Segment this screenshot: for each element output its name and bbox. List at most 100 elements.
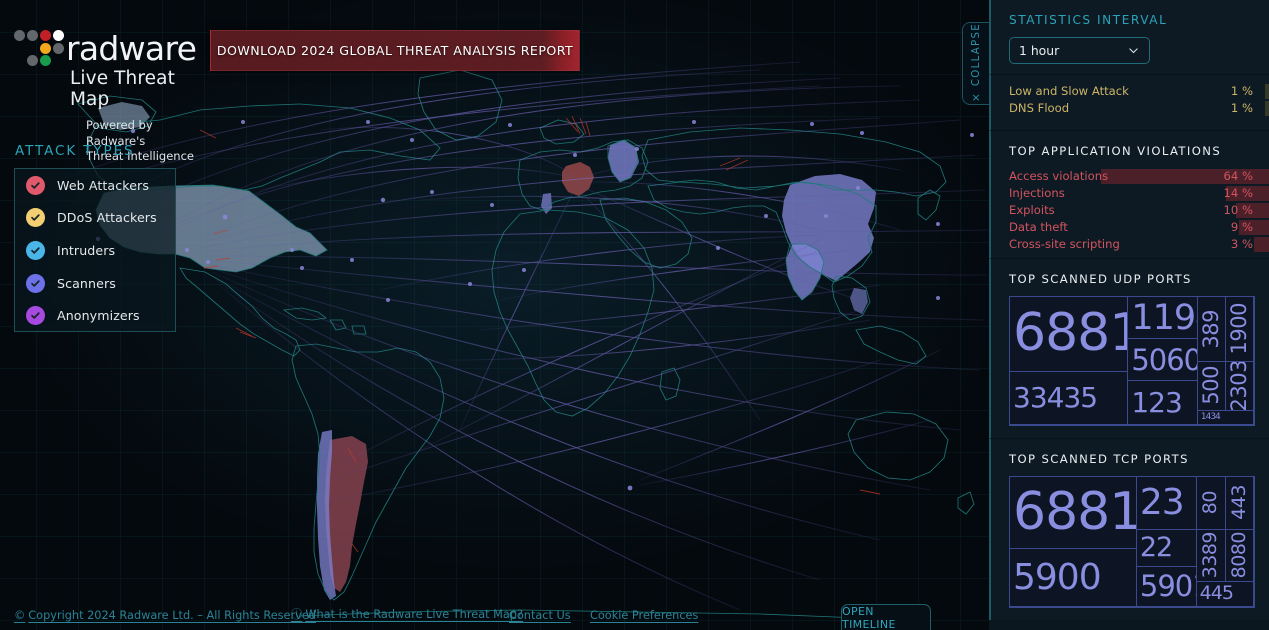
violation-name: Cross-site scripting (1009, 237, 1120, 251)
copyright-icon: © (14, 609, 26, 622)
port-cell[interactable]: 5900 (1010, 549, 1137, 607)
udp-ports-title: TOP SCANNED UDP PORTS (1009, 272, 1192, 286)
threat-map[interactable]: radware Live Threat Map Powered by Radwa… (0, 0, 989, 630)
violation-value: 10 % (1223, 203, 1253, 217)
port-cell[interactable]: 445 (1196, 582, 1254, 607)
statistics-interval-section: STATISTICS INTERVAL 1 hour (989, 0, 1269, 75)
port-cell[interactable]: 1900 (1225, 297, 1254, 362)
violation-name: Data theft (1009, 220, 1068, 234)
violation-value: 9 % (1230, 220, 1253, 234)
info-icon: ⓘ (291, 608, 303, 621)
violation-row[interactable]: Data theft 9 % (1009, 219, 1269, 236)
collapse-panel-button[interactable]: COLLAPSE × (962, 22, 989, 105)
interval-dropdown[interactable]: 1 hour (1009, 37, 1150, 64)
check-icon[interactable] (26, 175, 45, 195)
attack-stat-row[interactable]: Low and Slow Attack 1 % (1009, 83, 1269, 100)
port-cell[interactable]: 1434 (1197, 410, 1254, 425)
port-number: 22 (1139, 531, 1173, 563)
attack-type-item[interactable]: Anonymizers (15, 299, 175, 332)
attack-type-label: Intruders (57, 242, 116, 258)
port-cell[interactable]: 500 (1197, 361, 1226, 411)
attack-stat-value: 1 % (1230, 84, 1253, 98)
attack-stat-name: Low and Slow Attack (1009, 84, 1129, 98)
port-number: 1434 (1200, 412, 1221, 423)
cookie-preferences-link[interactable]: Cookie Preferences (590, 609, 698, 622)
port-cell[interactable]: 2303 (1225, 361, 1254, 411)
port-number: 6881 (1013, 481, 1137, 542)
attack-type-label: Scanners (57, 275, 116, 291)
copyright-label: Copyright 2024 Radware Ltd. – All Rights… (28, 609, 316, 622)
brand-tagline: Live Threat Map (70, 68, 175, 110)
attack-type-item[interactable]: Web Attackers (15, 169, 175, 202)
chevron-down-icon (1129, 48, 1138, 54)
violation-row[interactable]: Cross-site scripting 3 % (1009, 236, 1269, 253)
close-icon: × (971, 91, 981, 105)
check-icon[interactable] (26, 208, 45, 228)
port-number: 445 (1199, 582, 1234, 605)
check-icon[interactable] (26, 240, 45, 260)
violation-row[interactable]: Exploits 10 % (1009, 202, 1269, 219)
check-icon[interactable] (26, 273, 45, 293)
violations-list: Access violations 64 % Injections 14 % Explo… (1009, 168, 1269, 253)
tcp-ports-treemap[interactable]: 6881 5900 23 22 5901 8044333898080 445 (1009, 476, 1255, 608)
highlighted-countries (96, 102, 876, 600)
attack-type-item[interactable]: DDoS Attackers (15, 202, 175, 235)
port-cell[interactable]: 5901 (1136, 567, 1197, 607)
contact-us-link[interactable]: Contact Us (509, 609, 571, 622)
footer: © Copyright 2024 Radware Ltd. – All Right… (0, 600, 989, 630)
attack-stat-value: 1 % (1230, 101, 1253, 115)
port-cell[interactable]: 22 (1136, 529, 1197, 568)
download-report-button[interactable]: DOWNLOAD 2024 GLOBAL THREAT ANALYSIS REP… (210, 30, 580, 71)
attack-type-label: Web Attackers (57, 177, 150, 193)
attack-type-label: DDoS Attackers (57, 210, 157, 226)
port-cell[interactable]: 11942 (1128, 297, 1198, 340)
violation-name: Exploits (1009, 203, 1055, 217)
violation-row[interactable]: Injections 14 % (1009, 185, 1269, 202)
download-report-label: DOWNLOAD 2024 GLOBAL THREAT ANALYSIS REP… (216, 43, 574, 58)
udp-ports-treemap[interactable]: 6881 33435 11942 5060 123 389 5001900 2303 1434 (1009, 296, 1255, 426)
port-cell[interactable]: 80 (1196, 477, 1226, 530)
port-number: 1900 (1226, 303, 1251, 355)
attack-type-item[interactable]: Intruders (15, 234, 175, 267)
port-cell[interactable]: 8080 (1225, 529, 1254, 583)
port-number: 3389 (1199, 532, 1222, 579)
port-cell[interactable]: 23 (1136, 477, 1197, 530)
violation-value: 64 % (1223, 169, 1253, 183)
port-cell[interactable]: 3389 (1196, 529, 1226, 583)
port-cell[interactable]: 6881 (1010, 297, 1129, 372)
radware-logo-icon (14, 30, 64, 66)
brand-name: radware (66, 28, 197, 68)
port-number: 500 (1198, 366, 1223, 406)
violation-name: Access violations (1009, 169, 1109, 183)
tcp-ports-title: TOP SCANNED TCP PORTS (1009, 452, 1189, 466)
port-number: 389 (1198, 309, 1223, 349)
violation-row[interactable]: Access violations 64 % (1009, 168, 1269, 185)
statistics-interval-title: STATISTICS INTERVAL (1009, 13, 1168, 27)
check-icon[interactable] (26, 306, 45, 326)
attack-stat-row[interactable]: DNS Flood 1 % (1009, 100, 1269, 117)
copyright-text[interactable]: © Copyright 2024 Radware Ltd. – All Right… (14, 609, 316, 622)
what-is-label: What is the Radware Live Threat Map? (305, 608, 523, 621)
collapse-label: COLLAPSE (970, 22, 982, 87)
port-cell[interactable]: 443 (1225, 477, 1254, 530)
port-cell[interactable]: 6881 (1010, 477, 1137, 550)
port-number: 5900 (1013, 557, 1102, 598)
attack-types-panel: Web Attackers DDoS Attackers Intruders Scan… (14, 168, 176, 332)
port-number: 123 (1131, 385, 1182, 419)
attack-type-item[interactable]: Scanners (15, 267, 175, 300)
udp-ports-section: TOP SCANNED UDP PORTS 6881 33435 11942 5060… (989, 259, 1269, 439)
what-is-link[interactable]: ⓘ What is the Radware Live Threat Map? (291, 606, 523, 622)
port-cell[interactable]: 33435 (1010, 371, 1129, 425)
violation-value: 3 % (1230, 237, 1253, 251)
violation-name: Injections (1009, 186, 1065, 200)
port-number: 33435 (1013, 381, 1098, 415)
port-cell[interactable]: 389 (1197, 297, 1226, 362)
tcp-ports-section: TOP SCANNED TCP PORTS 6881 5900 23 22 5901 80… (989, 439, 1269, 620)
interval-selected-value: 1 hour (1019, 43, 1060, 58)
port-cell[interactable]: 123 (1128, 381, 1198, 425)
violation-value: 14 % (1223, 186, 1253, 200)
port-cell[interactable]: 5060 (1128, 339, 1198, 382)
port-number: 6881 (1013, 303, 1127, 364)
attack-stats-section: Low and Slow Attack 1 % DNS Flood 1 % (989, 75, 1269, 131)
attack-type-label: Anonymizers (57, 308, 140, 324)
